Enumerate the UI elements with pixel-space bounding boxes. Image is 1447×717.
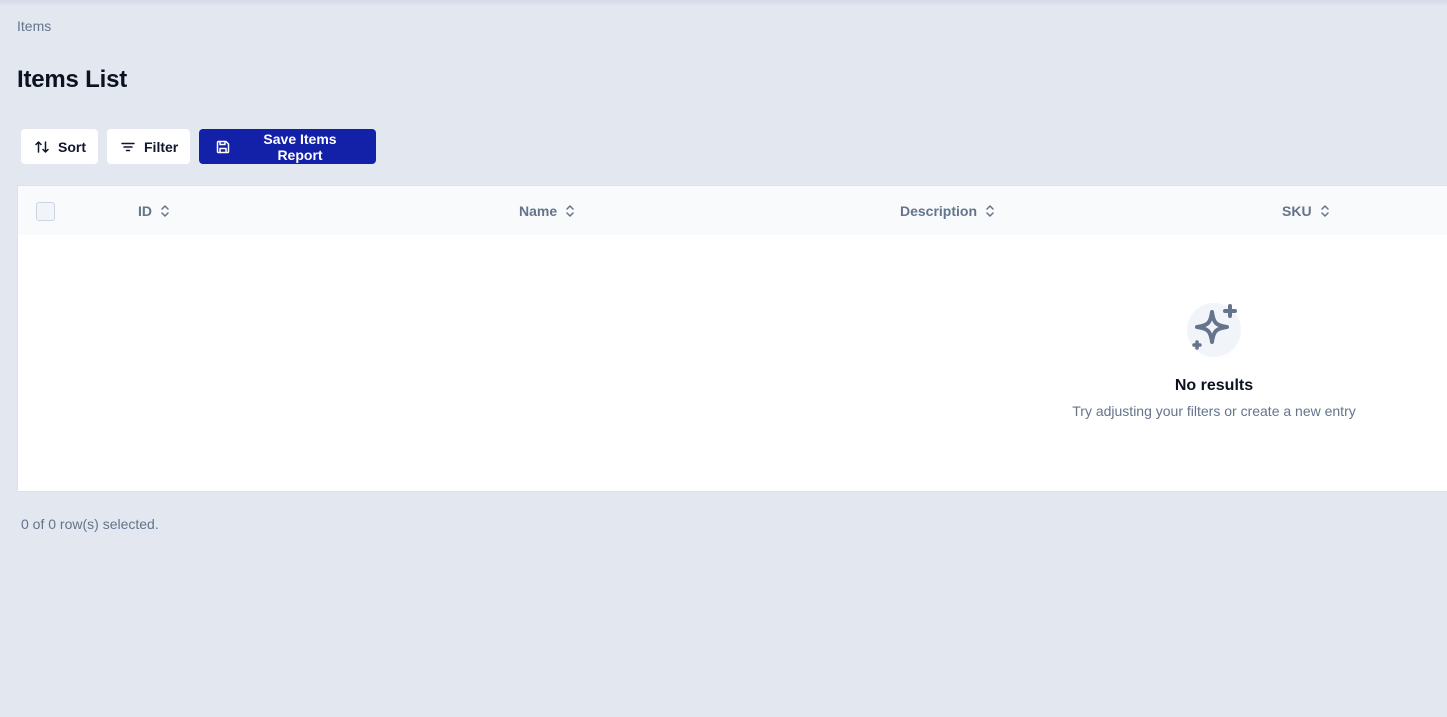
select-all-checkbox[interactable] [36, 202, 55, 221]
breadcrumb: Items [17, 18, 51, 34]
column-label: Name [519, 202, 558, 219]
chevron-up-down-icon [1319, 204, 1331, 218]
sort-button-label: Sort [58, 138, 86, 155]
empty-state-title: No results [1174, 377, 1254, 394]
table-header: ID Name Description SKU [18, 186, 1447, 235]
empty-state: No results Try adjusting your filters or… [1054, 303, 1374, 419]
column-header-id[interactable]: ID [138, 186, 171, 235]
chevron-up-down-icon [564, 204, 576, 218]
sparkles-icon [1186, 302, 1242, 358]
page-title: Items List [17, 66, 128, 93]
chevron-up-down-icon [159, 204, 171, 218]
floppy-save-icon [215, 139, 231, 155]
empty-state-subtitle: Try adjusting your filters or create a n… [1072, 403, 1356, 419]
column-label: Description [900, 202, 978, 219]
row-selection-status: 0 of 0 row(s) selected. [21, 516, 159, 532]
breadcrumb-item-items[interactable]: Items [17, 18, 51, 34]
filter-button[interactable]: Filter [107, 129, 190, 164]
sort-button[interactable]: Sort [21, 129, 98, 164]
filter-lines-icon [120, 139, 136, 155]
items-table: ID Name Description SKU No results Try a… [17, 185, 1447, 492]
filter-button-label: Filter [144, 138, 179, 155]
column-header-name[interactable]: Name [519, 186, 576, 235]
toolbar: Sort Filter Save Items Report [21, 129, 376, 164]
column-header-sku[interactable]: SKU [1282, 186, 1331, 235]
sort-arrows-icon [34, 139, 50, 155]
save-items-report-label: Save Items Report [263, 130, 337, 163]
save-items-report-button[interactable]: Save Items Report [199, 129, 376, 164]
column-header-description[interactable]: Description [900, 186, 996, 235]
chevron-up-down-icon [984, 204, 996, 218]
top-shadow [0, 0, 1447, 6]
column-label: SKU [1282, 202, 1312, 219]
column-label: ID [138, 202, 152, 219]
empty-state-icon-badge [1187, 303, 1241, 357]
